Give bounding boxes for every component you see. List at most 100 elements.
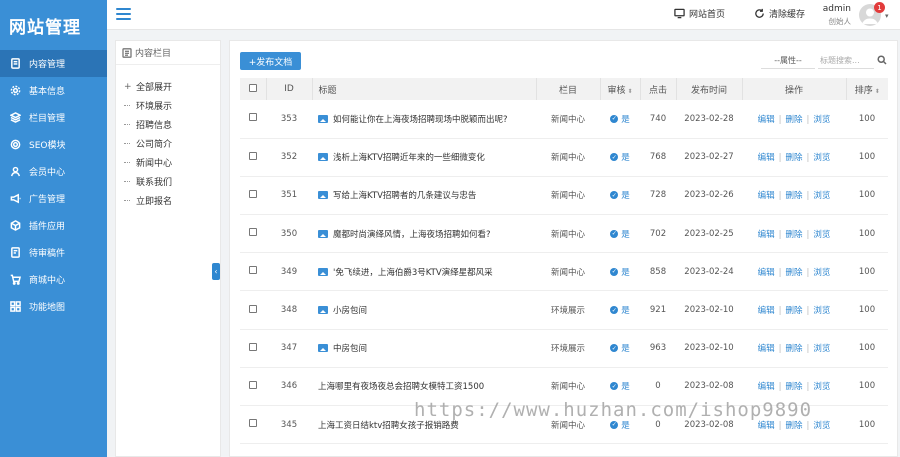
edit-link[interactable]: 编辑 [758, 153, 775, 163]
tree-item[interactable]: 环境展示 [116, 96, 220, 115]
view-link[interactable]: 浏览 [813, 268, 830, 278]
chevron-down-icon[interactable]: ▾ [885, 12, 889, 20]
user-info[interactable]: admin 创始人 [821, 4, 851, 27]
view-link[interactable]: 浏览 [813, 115, 830, 125]
sidebar-item-2[interactable]: 基本信息 [0, 77, 107, 104]
collapse-panel-button[interactable]: ‹ [212, 263, 220, 280]
sidebar-item-8[interactable]: 待审稿件 [0, 239, 107, 266]
cell-sort[interactable]: 100 [846, 214, 888, 254]
view-link[interactable]: 浏览 [813, 230, 830, 240]
sidebar-item-5[interactable]: 会员中心 [0, 158, 107, 185]
clear-cache-link[interactable]: 清除缓存 [754, 7, 805, 20]
menu-toggle-icon[interactable] [116, 8, 131, 21]
attribute-select[interactable]: --属性-- [761, 53, 815, 69]
row-checkbox[interactable] [249, 266, 257, 275]
cell-audit[interactable]: ✓ 是 [600, 367, 640, 407]
delete-link[interactable]: 删除 [785, 153, 802, 163]
cell-sort[interactable]: 100 [846, 329, 888, 368]
search-icon[interactable] [875, 53, 889, 67]
col-header-audit[interactable]: 审核 ⬍ [600, 78, 641, 100]
sidebar-item-4[interactable]: SEO模块 [0, 131, 107, 158]
view-link[interactable]: 浏览 [813, 382, 830, 392]
delete-link[interactable]: 删除 [785, 421, 802, 431]
cell-audit[interactable]: ✓ 是 [600, 214, 640, 254]
cell-sort[interactable]: 100 [846, 367, 888, 407]
cell-sort[interactable]: 100 [846, 252, 888, 292]
edit-link[interactable]: 编辑 [758, 115, 775, 125]
cell-title[interactable]: 上海工资日结ktv招聘女孩子报销路费 [312, 405, 536, 445]
cell-title[interactable]: 浅析上海KTV招聘近年来的一些细微变化 [312, 138, 536, 177]
cell-audit[interactable]: ✓ 是 [600, 252, 640, 292]
tree-item[interactable]: 公司简介 [116, 134, 220, 153]
cell-audit[interactable]: ✓ 是 [600, 100, 640, 139]
row-checkbox[interactable] [249, 380, 257, 389]
row-checkbox[interactable] [249, 228, 257, 237]
cell-sort[interactable]: 100 [846, 100, 888, 139]
delete-link[interactable]: 删除 [785, 268, 802, 278]
cell-title[interactable]: 小房包间 [312, 290, 536, 330]
table-row: 351 写给上海KTV招聘者的几条建议与忠告 新闻中心 ✓ 是 728 2023-02-26… [240, 176, 888, 216]
row-checkbox[interactable] [249, 113, 257, 122]
publish-document-button[interactable]: +发布文档 [240, 52, 301, 70]
view-link[interactable]: 浏览 [813, 191, 830, 201]
edit-link[interactable]: 编辑 [758, 268, 775, 278]
cell-sort[interactable]: 100 [846, 138, 888, 177]
cell-id: 348 [266, 290, 312, 330]
tree-item[interactable]: 联系我们 [116, 172, 220, 191]
sidebar-item-9[interactable]: 商城中心 [0, 266, 107, 293]
row-checkbox[interactable] [249, 189, 257, 198]
delete-link[interactable]: 删除 [785, 230, 802, 240]
tree-item-label: 立即报名 [136, 197, 173, 207]
cell-title[interactable]: 上海哪里有夜场夜总会招聘女模特工资1500 [312, 367, 536, 407]
cell-title[interactable]: 魔都时尚演绎风情，上海夜场招聘如何看? [312, 214, 536, 254]
delete-link[interactable]: 删除 [785, 344, 802, 354]
tree-item[interactable]: 招聘信息 [116, 115, 220, 134]
cell-column: 新闻中心 [536, 100, 600, 139]
edit-link[interactable]: 编辑 [758, 230, 775, 240]
row-checkbox[interactable] [249, 151, 257, 160]
sidebar-item-label: 基本信息 [29, 87, 66, 97]
sidebar-item-7[interactable]: 插件应用 [0, 212, 107, 239]
image-icon [318, 344, 328, 353]
cell-title[interactable]: '免飞续进，上海伯爵3号KTV演绎星都风采 [312, 252, 536, 292]
view-link[interactable]: 浏览 [813, 306, 830, 316]
cell-title[interactable]: 如何能让你在上海夜场招聘现场中脱颖而出呢? [312, 100, 536, 139]
cell-audit[interactable]: ✓ 是 [600, 176, 640, 216]
row-checkbox[interactable] [249, 342, 257, 351]
sidebar-item-10[interactable]: 功能地图 [0, 293, 107, 320]
delete-link[interactable]: 删除 [785, 191, 802, 201]
select-all-checkbox[interactable] [248, 83, 257, 92]
edit-link[interactable]: 编辑 [758, 344, 775, 354]
row-checkbox[interactable] [249, 304, 257, 313]
edit-link[interactable]: 编辑 [758, 306, 775, 316]
delete-link[interactable]: 删除 [785, 306, 802, 316]
title-search-input[interactable] [818, 53, 874, 69]
cell-audit[interactable]: ✓ 是 [600, 138, 640, 177]
cell-audit[interactable]: ✓ 是 [600, 329, 640, 368]
sidebar-item-3[interactable]: 栏目管理 [0, 104, 107, 131]
tree-item[interactable]: 立即报名 [116, 191, 220, 210]
tree-expand-all[interactable]: + 全部展开 [116, 77, 220, 96]
view-link[interactable]: 浏览 [813, 344, 830, 354]
view-link[interactable]: 浏览 [813, 153, 830, 163]
edit-link[interactable]: 编辑 [758, 382, 775, 392]
row-checkbox[interactable] [249, 419, 257, 428]
sidebar-item-6[interactable]: 广告管理 [0, 185, 107, 212]
sidebar-item-1[interactable]: 内容管理 [0, 50, 107, 77]
cell-sort[interactable]: 100 [846, 290, 888, 330]
cell-audit[interactable]: ✓ 是 [600, 290, 640, 330]
delete-link[interactable]: 删除 [785, 382, 802, 392]
cell-sort[interactable]: 100 [846, 176, 888, 216]
cell-sort[interactable]: 100 [846, 405, 888, 445]
site-home-link[interactable]: 网站首页 [674, 7, 725, 20]
cell-title[interactable]: 中房包间 [312, 329, 536, 368]
edit-link[interactable]: 编辑 [758, 421, 775, 431]
view-link[interactable]: 浏览 [813, 421, 830, 431]
notification-badge[interactable]: 1 [874, 2, 885, 13]
col-header-sort[interactable]: 排序 ⬍ [846, 78, 888, 100]
tree-item[interactable]: 新闻中心 [116, 153, 220, 172]
cell-title[interactable]: 写给上海KTV招聘者的几条建议与忠告 [312, 176, 536, 216]
edit-link[interactable]: 编辑 [758, 191, 775, 201]
delete-link[interactable]: 删除 [785, 115, 802, 125]
cell-audit[interactable]: ✓ 是 [600, 405, 640, 445]
